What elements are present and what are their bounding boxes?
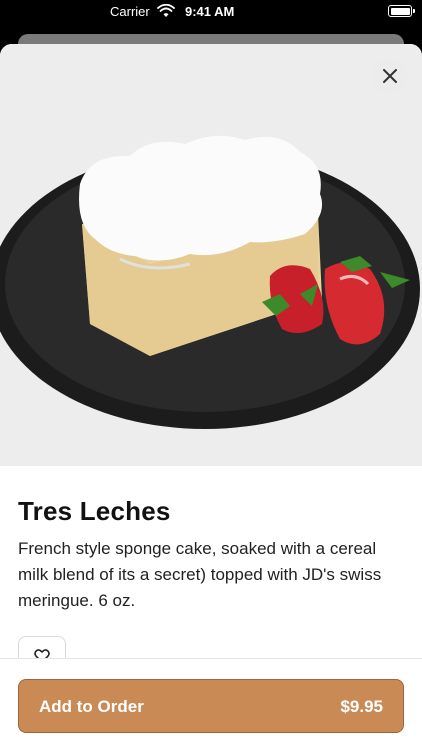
wifi-icon <box>157 4 175 17</box>
carrier-label: Carrier <box>110 4 150 19</box>
add-to-order-button[interactable]: Add to Order $9.95 <box>18 679 404 733</box>
close-icon <box>383 69 397 83</box>
clock: 9:41 AM <box>185 4 235 19</box>
status-bar: Carrier 9:41 AM <box>0 0 422 24</box>
add-to-order-label: Add to Order <box>39 697 144 716</box>
item-image <box>0 44 422 466</box>
item-detail-sheet: Tres Leches French style sponge cake, so… <box>0 44 422 750</box>
item-description: French style sponge cake, soaked with a … <box>18 539 382 610</box>
footer-bar: Add to Order $9.95 <box>0 658 422 750</box>
cake-illustration <box>0 44 422 466</box>
order-price: $9.95 <box>340 697 383 716</box>
close-button[interactable] <box>372 58 408 94</box>
battery-icon <box>388 5 415 17</box>
item-title: Tres Leches <box>18 496 171 526</box>
